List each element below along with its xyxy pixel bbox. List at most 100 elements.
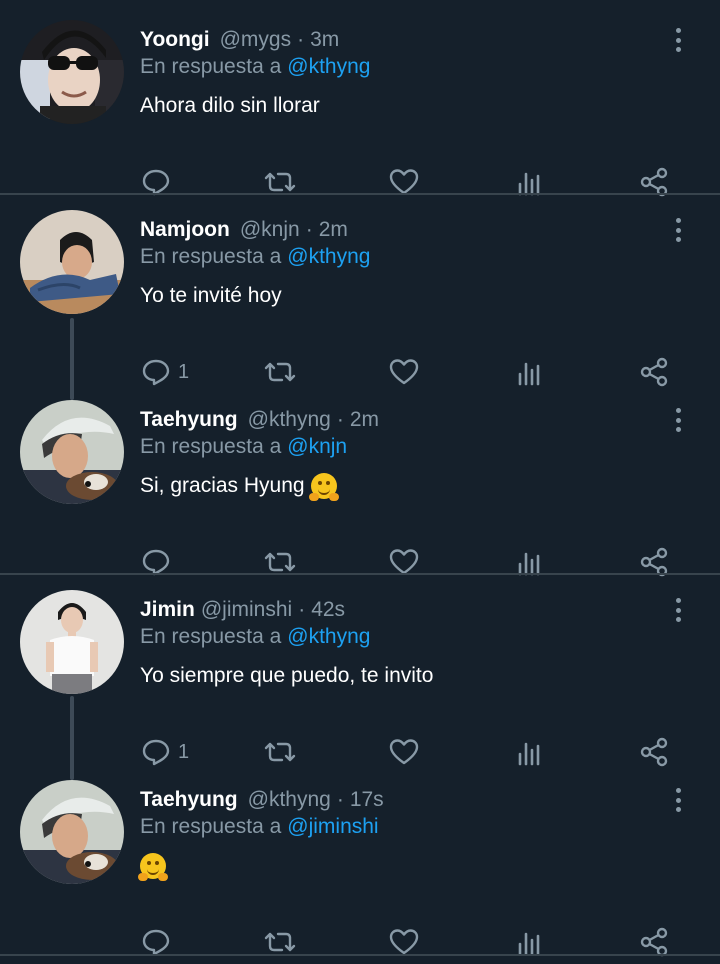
avatar-image (20, 590, 124, 694)
separator-dot: · (298, 598, 306, 621)
author-handle[interactable]: @knjn (240, 218, 300, 242)
reply-button[interactable] (140, 540, 178, 584)
separator-dot: · (297, 28, 305, 51)
reply-context: En respuesta a @jiminshi (140, 810, 379, 844)
share-button[interactable] (638, 920, 670, 964)
like-icon (389, 359, 419, 385)
share-icon (640, 737, 668, 767)
like-button[interactable] (388, 730, 420, 774)
author-handle[interactable]: @mygs (220, 28, 292, 52)
avatar[interactable] (20, 590, 124, 694)
like-button[interactable] (388, 160, 420, 204)
author-name[interactable]: Namjoon (140, 218, 230, 242)
author-name[interactable]: Yoongi (140, 28, 210, 52)
timestamp[interactable]: 3m (310, 28, 339, 52)
retweet-icon (264, 362, 296, 382)
avatar[interactable] (20, 210, 124, 314)
avatar-image (20, 20, 124, 124)
more-options-icon[interactable] (668, 784, 688, 816)
hugging-face-emoji-icon (138, 853, 168, 881)
reply-context: En respuesta a @kthyng (140, 240, 370, 274)
retweet-button[interactable] (264, 540, 296, 584)
avatar[interactable] (20, 780, 124, 884)
retweet-button[interactable] (264, 920, 296, 964)
analytics-button[interactable] (514, 160, 546, 204)
analytics-button[interactable] (514, 730, 546, 774)
tweet-text: Si, gracias Hyung (140, 468, 339, 504)
reply-button[interactable]: 1 (140, 350, 189, 394)
more-options-icon[interactable] (668, 594, 688, 626)
avatar[interactable] (20, 20, 124, 124)
separator-dot: · (305, 218, 313, 241)
more-options-icon[interactable] (668, 404, 688, 436)
tweet-actions (140, 160, 680, 204)
thread-line (70, 318, 74, 400)
more-options-icon[interactable] (668, 214, 688, 246)
mention-link[interactable]: @kthyng (287, 625, 370, 649)
reply-button[interactable] (140, 920, 178, 964)
reply-prefix: En respuesta a (140, 55, 282, 78)
reply-prefix: En respuesta a (140, 815, 282, 838)
author-name[interactable]: Jimin (140, 598, 195, 622)
thread-line (70, 696, 74, 780)
analytics-button[interactable] (514, 350, 546, 394)
reply-button[interactable] (140, 160, 178, 204)
share-button[interactable] (638, 160, 670, 204)
tweet-text: Yo te invité hoy (140, 278, 282, 314)
like-button[interactable] (388, 540, 420, 584)
analytics-button[interactable] (514, 540, 546, 584)
reply-context: En respuesta a @kthyng (140, 620, 370, 654)
share-button[interactable] (638, 540, 670, 584)
retweet-button[interactable] (264, 730, 296, 774)
author-name[interactable]: Taehyung (140, 408, 238, 432)
author-handle[interactable]: @jiminshi (201, 598, 292, 622)
mention-link[interactable]: @kthyng (287, 245, 370, 269)
author-handle[interactable]: @kthyng (248, 408, 331, 432)
reply-count: 1 (178, 740, 190, 763)
tweet-text: Yo siempre que puedo, te invito (140, 658, 433, 694)
separator-dot: · (336, 408, 344, 431)
avatar-image (20, 400, 124, 504)
more-options-icon[interactable] (668, 24, 688, 56)
tweet-text-content: Ahora dilo sin llorar (140, 94, 320, 117)
mention-link[interactable]: @knjn (287, 435, 347, 459)
author-name[interactable]: Taehyung (140, 788, 238, 812)
like-button[interactable] (388, 920, 420, 964)
reply-prefix: En respuesta a (140, 625, 282, 648)
tweet-text: Ahora dilo sin llorar (140, 88, 320, 124)
tweet-actions (140, 540, 680, 584)
like-button[interactable] (388, 350, 420, 394)
author-handle[interactable]: @kthyng (248, 788, 331, 812)
comment-icon (142, 739, 170, 766)
share-button[interactable] (638, 350, 670, 394)
retweet-icon (264, 742, 296, 762)
timestamp[interactable]: 42s (311, 598, 345, 622)
timestamp[interactable]: 17s (350, 788, 384, 812)
share-icon (640, 357, 668, 387)
tweet-separator (0, 573, 720, 575)
reply-button[interactable]: 1 (140, 730, 189, 774)
retweet-button[interactable] (264, 350, 296, 394)
analytics-button[interactable] (514, 920, 546, 964)
timestamp[interactable]: 2m (350, 408, 379, 432)
like-icon (389, 739, 419, 765)
reply-context: En respuesta a @knjn (140, 430, 347, 464)
reply-count: 1 (178, 360, 190, 383)
avatar[interactable] (20, 400, 124, 504)
analytics-icon (518, 742, 540, 766)
tweet-text-content: Si, gracias Hyung (140, 474, 305, 497)
mention-link[interactable]: @jiminshi (287, 815, 378, 839)
tweet-text (138, 848, 168, 884)
share-button[interactable] (638, 730, 670, 774)
reply-prefix: En respuesta a (140, 245, 282, 268)
mention-link[interactable]: @kthyng (287, 55, 370, 79)
reply-context: En respuesta a @kthyng (140, 50, 370, 84)
timestamp[interactable]: 2m (319, 218, 348, 242)
retweet-button[interactable] (264, 160, 296, 204)
tweet-text-content: Yo siempre que puedo, te invito (140, 664, 434, 687)
tweet-actions: 1 (140, 730, 680, 774)
comment-icon (142, 359, 170, 386)
tweet-separator (0, 193, 720, 195)
tweet-actions (140, 920, 680, 964)
tweet-actions: 1 (140, 350, 680, 394)
